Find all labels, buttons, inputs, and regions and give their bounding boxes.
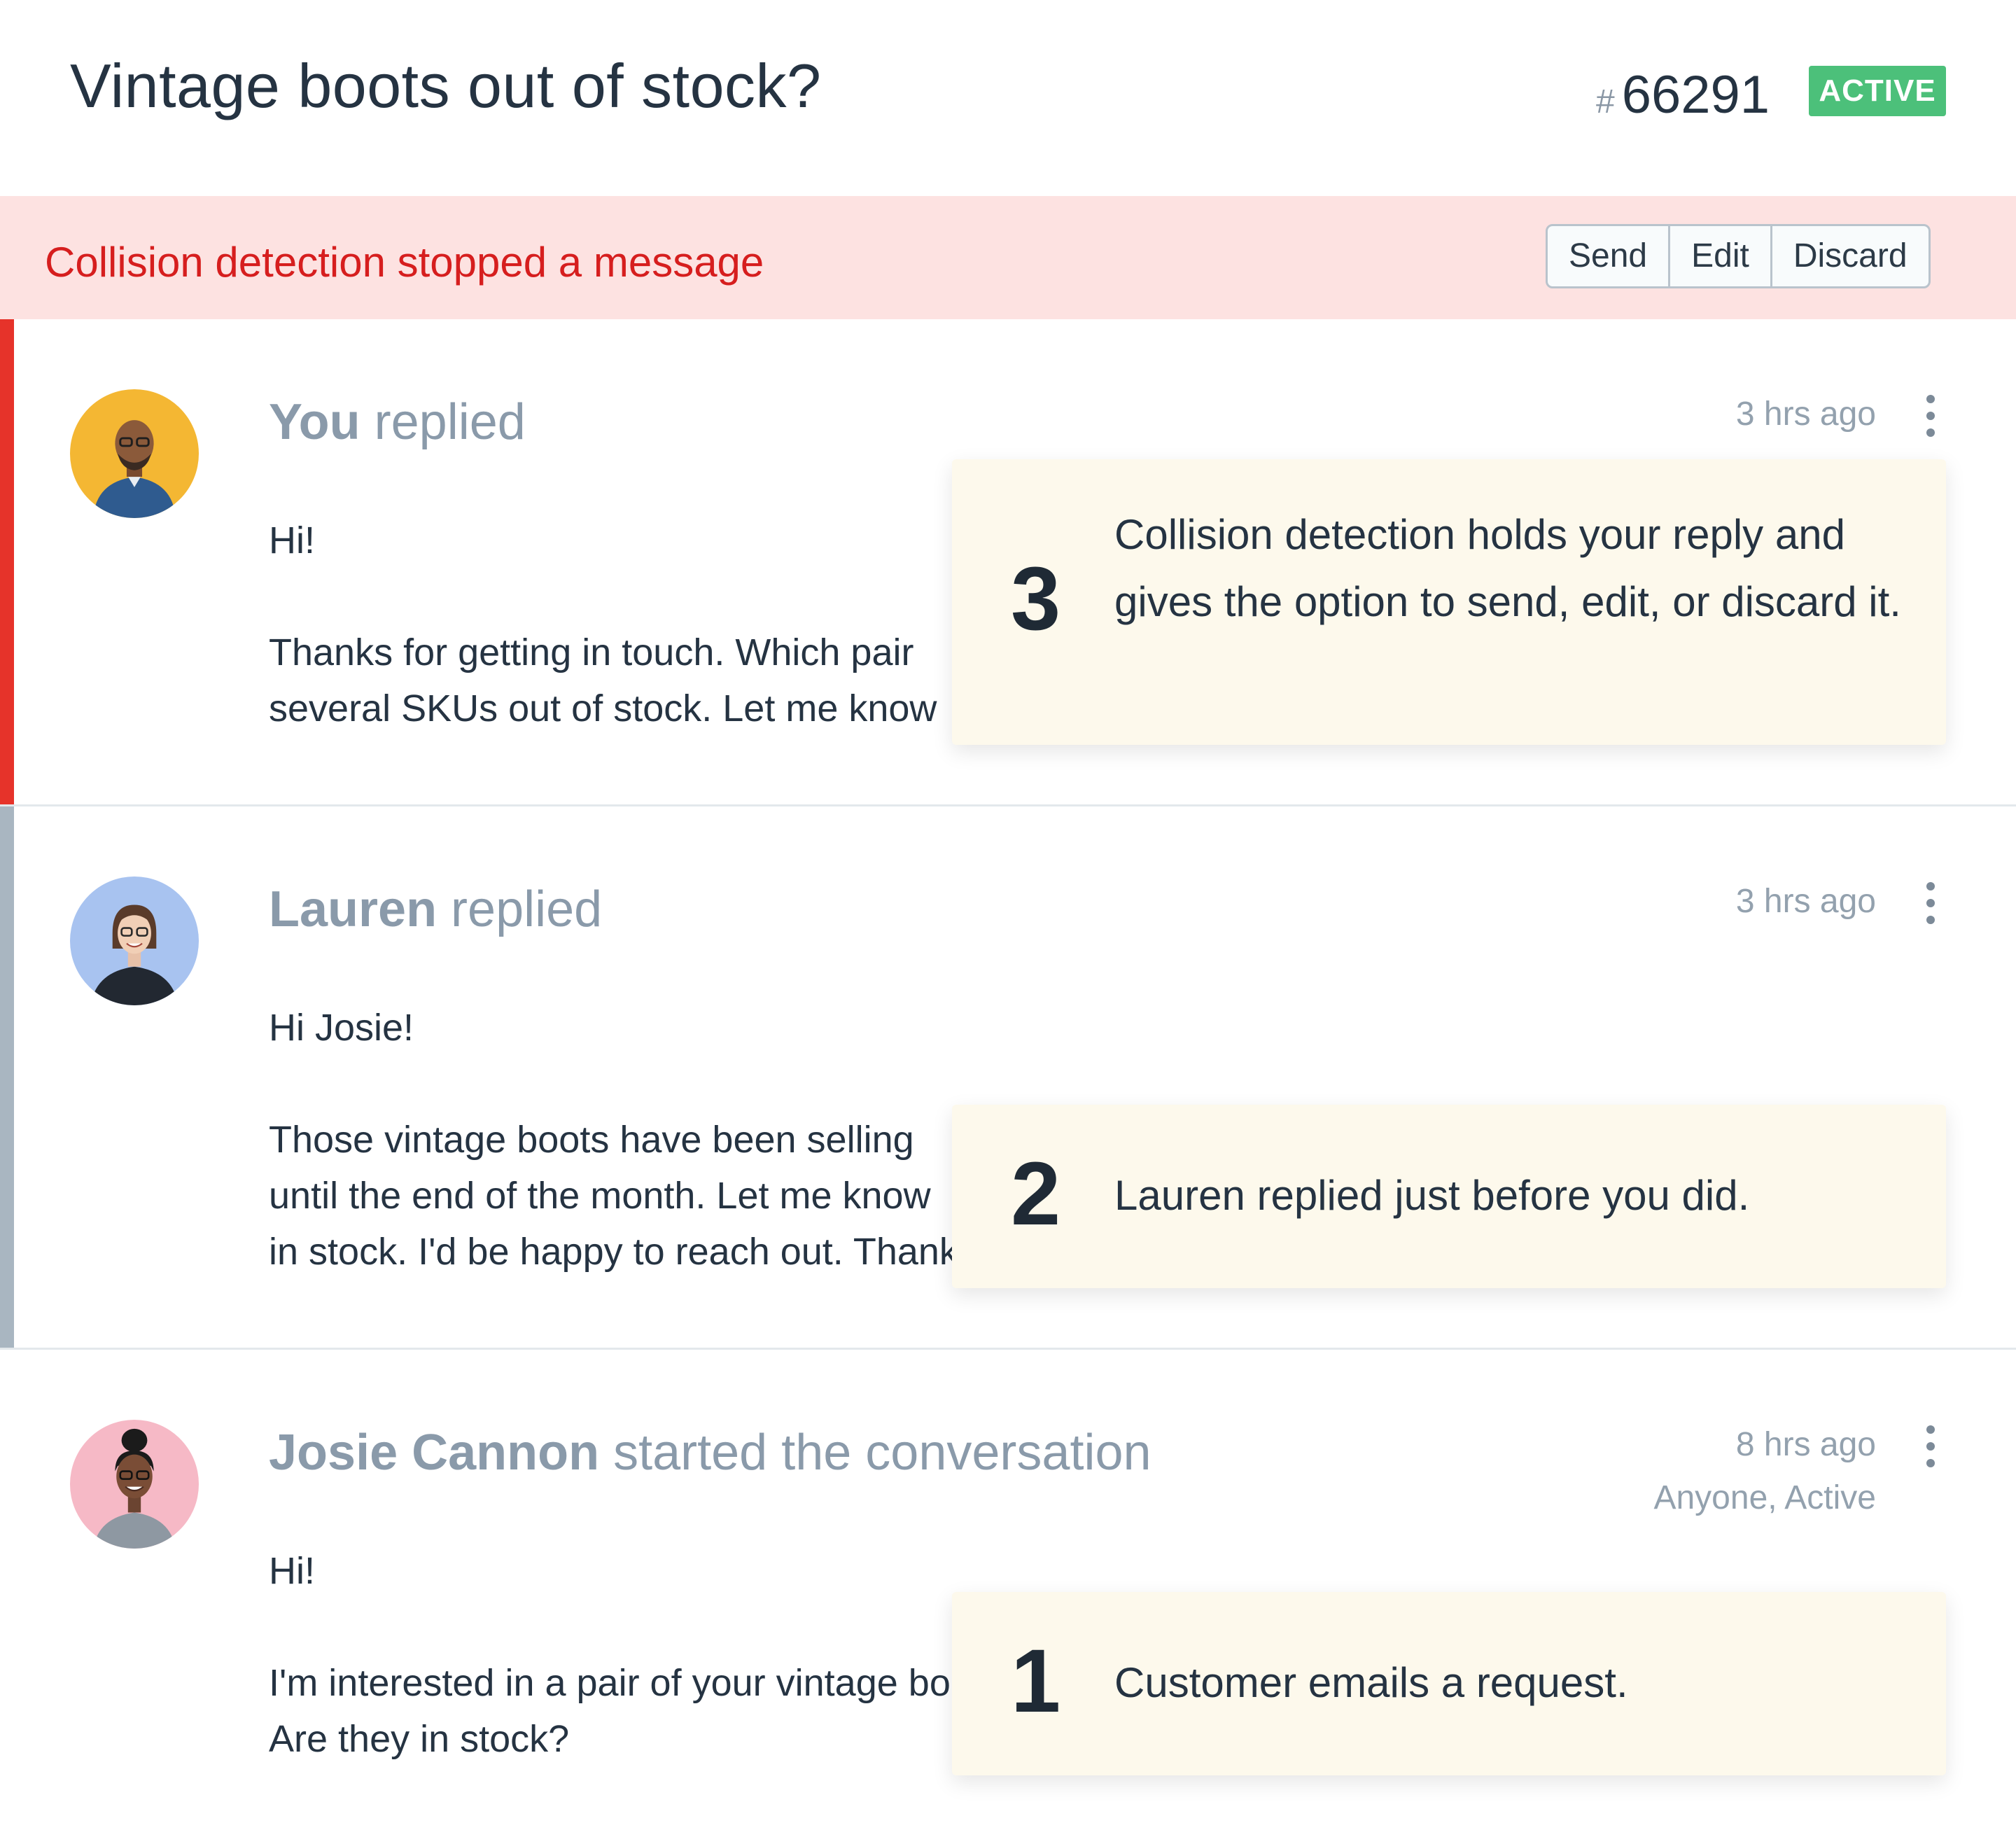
author-name[interactable]: Lauren <box>269 881 437 937</box>
collision-banner: Collision detection stopped a message Se… <box>0 196 2016 319</box>
collision-message: Collision detection stopped a message <box>45 239 764 286</box>
message-line: Those vintage boots have been selling <box>269 1119 914 1161</box>
timestamp: 8 hrs ago <box>1735 1426 1876 1463</box>
author-line: Lauren replied <box>269 881 602 938</box>
collision-accent <box>0 319 14 804</box>
avatar[interactable] <box>70 389 199 518</box>
callout-number: 2 <box>1011 1144 1061 1244</box>
status-badge[interactable]: ACTIVE <box>1809 66 1946 116</box>
edit-button[interactable]: Edit <box>1670 226 1772 286</box>
more-vertical-icon[interactable] <box>1918 878 1943 928</box>
message-line: in stock. I'd be happy to reach out. Tha… <box>269 1231 955 1273</box>
assignee-status: Anyone, Active <box>1653 1479 1876 1516</box>
author-name[interactable]: Josie Cannon <box>269 1425 599 1481</box>
author-name[interactable]: You <box>269 394 360 450</box>
author-line: You replied <box>269 393 526 451</box>
avatar-josie-image <box>70 1420 199 1549</box>
callout-step-2: 2 Lauren replied just before you did. <box>952 1105 1946 1288</box>
author-action: started the conversation <box>599 1425 1152 1481</box>
more-vertical-icon[interactable] <box>1918 1421 1943 1472</box>
callout-number: 3 <box>1011 549 1061 649</box>
avatar[interactable] <box>70 1420 199 1549</box>
author-line: Josie Cannon started the conversation <box>269 1424 1152 1481</box>
hash-icon: # <box>1596 83 1615 120</box>
message-line: several SKUs out of stock. Let me know <box>269 687 937 729</box>
callout-text: Collision detection holds your reply and… <box>1114 511 1901 625</box>
thread-accent <box>0 806 14 1348</box>
author-action: replied <box>437 881 603 937</box>
message-line: I'm interested in a pair of your vintage… <box>269 1662 955 1704</box>
callout-text: Customer emails a request. <box>1114 1659 1628 1706</box>
discard-button[interactable]: Discard <box>1772 226 1928 286</box>
callout-step-1: 1 Customer emails a request. <box>952 1592 1946 1775</box>
message-line: Are they in stock? <box>269 1718 570 1760</box>
message-greeting: Hi Josie! <box>269 1007 414 1049</box>
avatar[interactable] <box>70 876 199 1005</box>
author-action: replied <box>360 394 526 450</box>
avatar-lauren-image <box>70 876 199 1005</box>
message-line: until the end of the month. Let me know <box>269 1175 931 1217</box>
collision-actions: Send Edit Discard <box>1546 224 1931 288</box>
ticket-number: #66291 <box>1596 64 1770 125</box>
ticket-number-value: 66291 <box>1621 65 1770 125</box>
message-line: Thanks for getting in touch. Which pair <box>269 631 914 673</box>
avatar-you-image <box>70 389 199 518</box>
timestamp: 3 hrs ago <box>1735 396 1876 433</box>
callout-step-3: 3 Collision detection holds your reply a… <box>952 459 1946 745</box>
more-vertical-icon[interactable] <box>1918 391 1943 441</box>
send-button[interactable]: Send <box>1548 226 1671 286</box>
conversation-title: Vintage boots out of stock? <box>70 51 822 120</box>
message-greeting: Hi! <box>269 519 315 561</box>
callout-number: 1 <box>1011 1631 1061 1731</box>
callout-text: Lauren replied just before you did. <box>1114 1172 1750 1219</box>
message-greeting: Hi! <box>269 1550 315 1592</box>
conversation-header: Vintage boots out of stock? #66291 ACTIV… <box>0 0 2016 196</box>
timestamp: 3 hrs ago <box>1735 883 1876 920</box>
